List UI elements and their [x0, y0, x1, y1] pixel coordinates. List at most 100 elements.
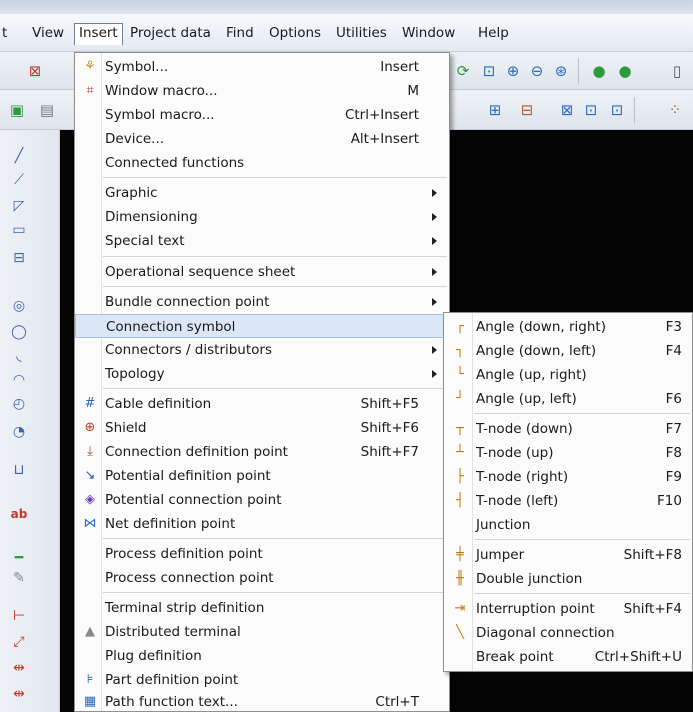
circle-tool-icon[interactable]: ◎	[8, 296, 30, 316]
text-tool-icon[interactable]: ab	[8, 504, 30, 524]
toolbar-icon[interactable]: ⊠	[24, 60, 46, 82]
menu-window[interactable]: Window	[398, 23, 459, 45]
menu-utilities[interactable]: Utilities	[332, 23, 391, 45]
menu-item-connected-functions[interactable]: Connected functions	[75, 151, 449, 175]
menu-item-graphic[interactable]: Graphic	[75, 181, 449, 205]
menu-options[interactable]: Options	[265, 23, 325, 45]
submenu-item-t-node-left[interactable]: ┤ T-node (left) F10	[444, 489, 692, 513]
zoom-out-icon[interactable]: ⊖	[526, 60, 548, 82]
menu-item-potential-definition-point[interactable]: ↘ Potential definition point	[75, 464, 449, 488]
forward-icon[interactable]: ●	[614, 60, 636, 82]
submenu-item-t-node-down[interactable]: ┬ T-node (down) F7	[444, 417, 692, 441]
submenu-arrow-icon	[432, 370, 437, 378]
dimension-tool-icon[interactable]: ⇹	[8, 684, 30, 704]
angle-up-left-icon: ┘	[456, 391, 464, 406]
menu-item-process-connection-point[interactable]: Process connection point	[75, 566, 449, 590]
polygon-tool-icon[interactable]: ◸	[8, 196, 30, 216]
submenu-item-t-node-up[interactable]: ┴ T-node (up) F8	[444, 441, 692, 465]
toolbar-icon[interactable]: ⊡	[580, 99, 602, 121]
menu-item-window-macro[interactable]: ⌗ Window macro... M	[75, 79, 449, 103]
submenu-item-t-node-right[interactable]: ├ T-node (right) F9	[444, 465, 692, 489]
menu-insert[interactable]: Insert	[74, 23, 123, 45]
spiral-tool-icon[interactable]: ◴	[8, 394, 30, 414]
menu-item-special-text[interactable]: Special text	[75, 229, 449, 253]
menu-item-net-definition-point[interactable]: ⋈ Net definition point	[75, 512, 449, 536]
arc-tool-icon[interactable]: ◟	[8, 346, 30, 366]
submenu-item-angle-up-left[interactable]: ┘ Angle (up, left) F6	[444, 387, 692, 411]
double-junction-icon: ╫	[456, 571, 464, 586]
submenu-item-interruption-point[interactable]: ⇥ Interruption point Shift+F4	[444, 597, 692, 621]
menu-item-device[interactable]: Device... Alt+Insert	[75, 127, 449, 151]
dimension-tool-icon[interactable]: ⊢	[8, 606, 30, 626]
menu-item-dimensioning[interactable]: Dimensioning	[75, 205, 449, 229]
submenu-item-junction[interactable]: Junction	[444, 513, 692, 537]
dimension-tool-icon[interactable]: ⇹	[8, 658, 30, 678]
menu-item-symbol-macro[interactable]: Symbol macro... Ctrl+Insert	[75, 103, 449, 127]
submenu-arrow-icon	[432, 189, 437, 197]
menu-item-operational-sequence-sheet[interactable]: Operational sequence sheet	[75, 260, 449, 284]
submenu-arrow-icon	[432, 346, 437, 354]
submenu-item-angle-down-right[interactable]: ┌ Angle (down, right) F3	[444, 315, 692, 339]
toolbar-separator	[578, 58, 579, 84]
menu-item-connectors-distributors[interactable]: Connectors / distributors	[75, 338, 449, 362]
menu-item-connection-definition-point[interactable]: ⤓ Connection definition point Shift+F7	[75, 440, 449, 464]
toolbar-icon[interactable]: ⊠	[556, 99, 578, 121]
toolbar-icon[interactable]: ⊟	[516, 99, 538, 121]
toolbar-icon[interactable]: ▯	[666, 60, 688, 82]
menu-edit-partial[interactable]: t	[0, 23, 11, 45]
zoom-all-icon[interactable]: ⊛	[550, 60, 572, 82]
polyline-tool-icon[interactable]: ⟋	[8, 170, 30, 190]
toolbar-icon[interactable]: ⁘	[664, 99, 686, 121]
submenu-item-angle-down-left[interactable]: ┐ Angle (down, left) F4	[444, 339, 692, 363]
diagonal-connection-icon: ╲	[456, 625, 464, 640]
submenu-item-double-junction[interactable]: ╫ Double junction	[444, 567, 692, 591]
connection-symbol-submenu: ┌ Angle (down, right) F3 ┐ Angle (down, …	[443, 312, 693, 672]
menu-find[interactable]: Find	[222, 23, 258, 45]
toolbar-icon[interactable]: ▣	[6, 99, 28, 121]
menu-item-part-definition-point[interactable]: ⊧ Part definition point	[75, 668, 449, 692]
menu-item-process-definition-point[interactable]: Process definition point	[75, 542, 449, 566]
zoom-in-icon[interactable]: ⊕	[502, 60, 524, 82]
menu-item-topology[interactable]: Topology	[75, 362, 449, 386]
menu-view[interactable]: View	[28, 23, 68, 45]
toolbar-icon[interactable]: ⊞	[484, 99, 506, 121]
angle-down-right-icon: ┌	[456, 319, 464, 334]
toolbar-icon[interactable]: ⊡	[606, 99, 628, 121]
menu-item-bundle-connection-point[interactable]: Bundle connection point	[75, 290, 449, 314]
toolbar-icon[interactable]: ▤	[36, 99, 58, 121]
jumper-icon: ╪	[456, 547, 464, 562]
menu-item-potential-connection-point[interactable]: ◈ Potential connection point	[75, 488, 449, 512]
arc-tool-icon[interactable]: ◠	[8, 370, 30, 390]
menu-item-distributed-terminal[interactable]: ▲ Distributed terminal	[75, 620, 449, 644]
menu-item-connection-symbol[interactable]: Connection symbol	[75, 314, 449, 338]
menu-help[interactable]: Help	[474, 23, 513, 45]
bracket-tool-icon[interactable]: ⊔	[8, 460, 30, 480]
distributed-terminal-icon: ▲	[85, 624, 95, 639]
menu-bar: t View Insert Project data Find Options …	[0, 14, 693, 52]
potential-definition-point-icon: ↘	[84, 468, 96, 483]
menu-item-plug-definition[interactable]: Plug definition	[75, 644, 449, 668]
line-color-icon[interactable]: ━	[8, 548, 30, 568]
zoom-window-icon[interactable]: ⊡	[478, 60, 500, 82]
toolbar-icon[interactable]: ⟳	[452, 60, 474, 82]
menu-separator	[103, 286, 447, 287]
menu-item-shield[interactable]: ⊕ Shield Shift+F6	[75, 416, 449, 440]
submenu-item-angle-up-right[interactable]: └ Angle (up, right)	[444, 363, 692, 387]
sector-tool-icon[interactable]: ◔	[8, 422, 30, 442]
back-icon[interactable]: ●	[588, 60, 610, 82]
menu-item-terminal-strip-definition[interactable]: Terminal strip definition	[75, 596, 449, 620]
submenu-item-jumper[interactable]: ╪ Jumper Shift+F8	[444, 543, 692, 567]
submenu-item-diagonal-connection[interactable]: ╲ Diagonal connection	[444, 621, 692, 645]
menu-item-path-function-text[interactable]: ▦ Path function text... Ctrl+T	[75, 690, 449, 712]
menu-project-data[interactable]: Project data	[126, 23, 215, 45]
pen-tool-icon[interactable]: ✎	[8, 568, 30, 588]
rectangle-tool-icon[interactable]: ▭	[8, 220, 30, 240]
t-node-up-icon: ┴	[456, 445, 464, 460]
ellipse-tool-icon[interactable]: ◯	[8, 322, 30, 342]
menu-item-symbol[interactable]: ⚘ Symbol... Insert	[75, 55, 449, 79]
submenu-item-break-point[interactable]: Break point Ctrl+Shift+U	[444, 645, 692, 669]
menu-item-cable-definition[interactable]: # Cable definition Shift+F5	[75, 392, 449, 416]
box-tool-icon[interactable]: ⊟	[8, 248, 30, 268]
line-tool-icon[interactable]: ╱	[8, 146, 30, 166]
dimension-tool-icon[interactable]: ⤢	[8, 632, 30, 652]
